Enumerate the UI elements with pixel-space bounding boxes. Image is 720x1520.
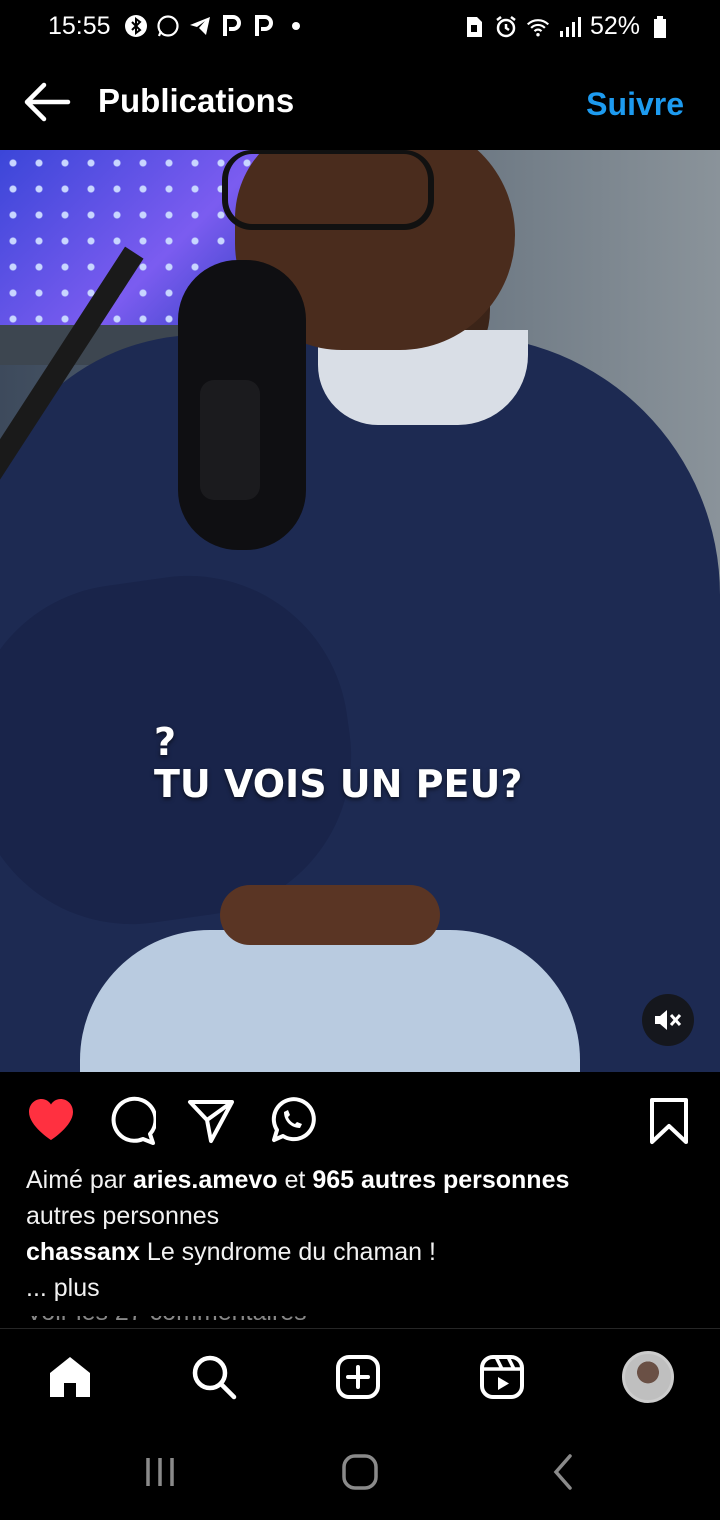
like-button[interactable] [26, 1096, 76, 1146]
likes-wrap-line: autres personnes [26, 1202, 220, 1230]
likes-count[interactable]: 965 autres personnes [312, 1166, 569, 1194]
nav-create[interactable] [330, 1349, 386, 1405]
home-circle-icon [342, 1454, 378, 1490]
whatsapp-icon [156, 14, 180, 38]
comment-bubble-icon [111, 1096, 158, 1145]
system-navigation [0, 1424, 720, 1520]
app-header: Publications Suivre [0, 56, 720, 150]
battery-icon [648, 15, 672, 39]
more-link[interactable]: ... plus [26, 1270, 706, 1306]
save-button[interactable] [644, 1096, 694, 1146]
caption-text: Le syndrome du chaman ! [146, 1238, 436, 1266]
reels-icon [480, 1355, 524, 1399]
back-chevron-icon [553, 1454, 572, 1490]
notification-icons [124, 14, 308, 38]
status-time: 15:55 [48, 12, 111, 40]
comment-button[interactable] [106, 1096, 158, 1146]
back-system-button[interactable] [536, 1448, 592, 1496]
nav-profile[interactable] [620, 1349, 676, 1405]
speaker-muted-icon [655, 1010, 682, 1030]
whatsapp-icon [271, 1097, 316, 1142]
heart-filled-icon [29, 1099, 73, 1140]
alarm-icon [494, 15, 518, 39]
mute-button[interactable] [642, 994, 694, 1046]
bottom-nav [0, 1328, 720, 1425]
nav-home[interactable] [42, 1349, 98, 1405]
battery-percent: 52% [589, 12, 640, 40]
video-mic-mount [200, 380, 260, 500]
signal-icon [558, 15, 582, 39]
recent-apps-button[interactable] [132, 1448, 188, 1496]
post-caption-area: Aimé par aries.amevo et 965 autres perso… [26, 1162, 706, 1306]
video-subtitle-line-1: ? [154, 720, 177, 764]
search-icon [192, 1355, 237, 1400]
status-bar: 15:55 52% [0, 0, 720, 56]
likes-line[interactable]: Aimé par aries.amevo et 965 autres perso… [26, 1162, 706, 1198]
video-person-jeans [80, 930, 580, 1072]
paper-plane-icon [188, 1100, 234, 1143]
follow-button[interactable]: Suivre [586, 86, 684, 123]
page-title: Publications [98, 82, 295, 119]
nav-reels[interactable] [474, 1349, 530, 1405]
whatsapp-share-button[interactable] [266, 1096, 316, 1146]
post-actions [0, 1072, 720, 1164]
liked-by-username[interactable]: aries.amevo [133, 1166, 278, 1194]
back-button[interactable] [22, 80, 72, 124]
likes-prefix: Aimé par [26, 1166, 127, 1194]
recent-apps-icon [146, 1458, 174, 1486]
likes-connector: et [284, 1166, 306, 1194]
p-icon [252, 14, 276, 38]
bookmark-icon [650, 1098, 688, 1144]
p-icon [220, 14, 244, 38]
telegram-icon [188, 14, 212, 38]
home-icon [50, 1357, 90, 1397]
sim-icon [462, 15, 486, 39]
nav-search[interactable] [186, 1349, 242, 1405]
create-post-icon [336, 1355, 380, 1399]
video-subtitle-line-2: TU VOIS UN PEU? [154, 762, 523, 806]
wifi-icon [526, 15, 550, 39]
post-video[interactable]: ? TU VOIS UN PEU? [0, 150, 720, 1072]
home-system-button[interactable] [332, 1448, 388, 1496]
view-comments-link[interactable]: Voir les 27 commentaires [26, 1316, 307, 1328]
share-button[interactable] [186, 1096, 236, 1146]
video-person-hand [220, 885, 440, 945]
author-username[interactable]: chassanx [26, 1238, 140, 1266]
dot-icon [284, 14, 308, 38]
bluetooth-circle-icon [124, 14, 148, 38]
status-right-icons: 52% [462, 12, 672, 41]
caption-line: chassanx Le syndrome du chaman ! [26, 1234, 706, 1270]
profile-avatar [622, 1351, 674, 1403]
arrow-left-icon [24, 82, 71, 122]
video-person-glasses [222, 150, 434, 230]
